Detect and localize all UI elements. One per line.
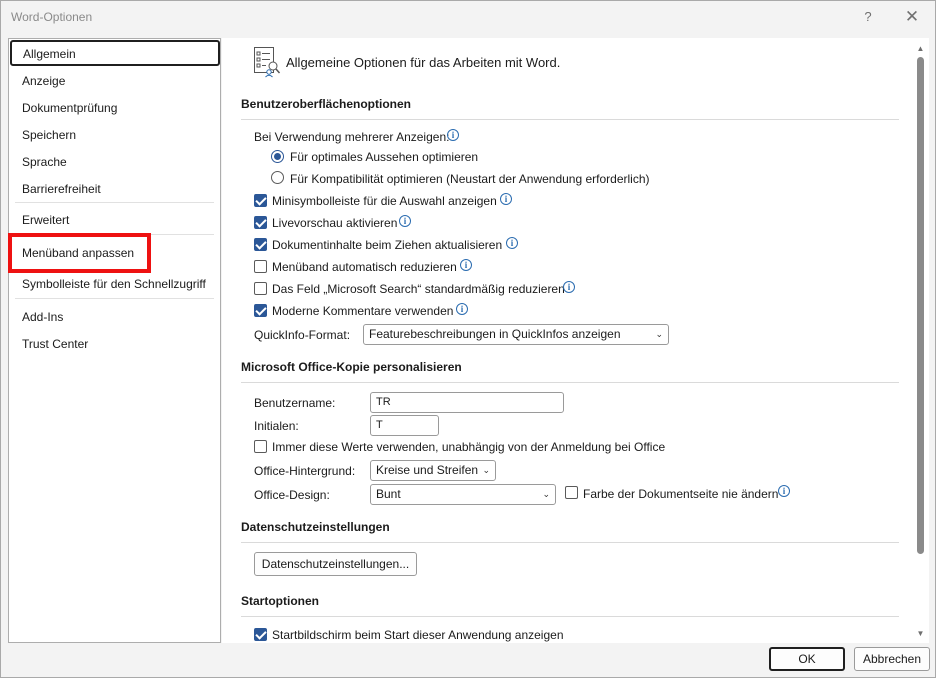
checkbox-collapse-search-label[interactable]: Das Feld „Microsoft Search“ standardmäßi… (272, 282, 565, 296)
checkbox-update-drag[interactable] (254, 238, 267, 251)
checkbox-minitoolbar[interactable] (254, 194, 267, 207)
office-background-select[interactable]: Kreise und Streifen ⌄ (370, 460, 496, 481)
sidebar-item-dokumentpruefung[interactable]: Dokumentprüfung (9, 96, 220, 120)
checkbox-always-use-label[interactable]: Immer diese Werte verwenden, unabhängig … (272, 440, 665, 454)
checkbox-collapse-ribbon-label[interactable]: Menüband automatisch reduzieren (272, 260, 457, 274)
help-button[interactable]: ? (853, 5, 883, 29)
info-icon[interactable]: i (500, 193, 512, 205)
sidebar-item-barrierefreiheit[interactable]: Barrierefreiheit (9, 177, 220, 201)
scroll-down-arrow-icon[interactable]: ▼ (916, 629, 925, 638)
checkbox-collapse-ribbon[interactable] (254, 260, 267, 273)
checkbox-livepreview[interactable] (254, 216, 267, 229)
sidebar-item-speichern[interactable]: Speichern (9, 123, 220, 147)
office-background-label: Office-Hintergrund: (254, 464, 356, 478)
general-options-icon (253, 46, 281, 78)
section-title-ui-options: Benutzeroberflächenoptionen (241, 97, 412, 111)
section-divider (241, 382, 899, 383)
office-theme-select[interactable]: Bunt ⌄ (370, 484, 556, 505)
sidebar-item-anzeige[interactable]: Anzeige (9, 69, 220, 93)
initials-label: Initialen: (254, 419, 299, 433)
initials-input[interactable]: T (370, 415, 439, 436)
chevron-down-icon: ⌄ (482, 465, 490, 475)
radio-compatibility-label[interactable]: Für Kompatibilität optimieren (Neustart … (290, 172, 650, 186)
content-scrollbar[interactable]: ▲ ▼ (912, 38, 929, 643)
section-title-startup: Startoptionen (241, 594, 319, 608)
radio-optimal-appearance[interactable] (271, 150, 284, 163)
checkbox-always-use[interactable] (254, 440, 267, 453)
sidebar-divider (15, 202, 214, 203)
checkbox-update-drag-label[interactable]: Dokumentinhalte beim Ziehen aktualisiere… (272, 238, 502, 252)
radio-compatibility[interactable] (271, 171, 284, 184)
section-title-personalize: Microsoft Office-Kopie personalisieren (241, 360, 462, 374)
screentip-label: QuickInfo-Format: (254, 328, 351, 342)
title-bar: Word-Optionen ? ✕ (1, 1, 935, 33)
office-theme-value: Bunt (376, 487, 401, 501)
checkbox-modern-comments-label[interactable]: Moderne Kommentare verwenden (272, 304, 453, 318)
sidebar-nav: Allgemein Anzeige Dokumentprüfung Speich… (8, 38, 221, 643)
username-label: Benutzername: (254, 396, 336, 410)
window-title: Word-Optionen (11, 10, 93, 24)
section-title-privacy: Datenschutzeinstellungen (241, 520, 390, 534)
privacy-settings-button[interactable]: Datenschutzeinstellungen... (254, 552, 417, 576)
radio-optimal-appearance-label[interactable]: Für optimales Aussehen optimieren (290, 150, 478, 164)
sidebar-item-add-ins[interactable]: Add-Ins (9, 305, 220, 329)
office-theme-label: Office-Design: (254, 488, 330, 502)
office-background-value: Kreise und Streifen (376, 463, 479, 477)
info-icon[interactable]: i (460, 259, 472, 271)
sidebar-item-menueband-anpassen[interactable]: Menüband anpassen (9, 241, 220, 265)
checkbox-minitoolbar-label[interactable]: Minisymbolleiste für die Auswahl anzeige… (272, 194, 497, 208)
chevron-down-icon: ⌄ (542, 489, 550, 499)
cancel-button[interactable]: Abbrechen (854, 647, 930, 671)
scrollbar-thumb[interactable] (917, 57, 924, 554)
sidebar-item-allgemein[interactable]: Allgemein (10, 40, 220, 66)
sidebar-divider (15, 298, 214, 299)
sidebar-item-trust-center[interactable]: Trust Center (9, 332, 220, 356)
section-divider (241, 542, 899, 543)
checkbox-livepreview-label[interactable]: Livevorschau aktivieren (272, 216, 397, 230)
checkbox-start-screen-label[interactable]: Startbildschirm beim Start dieser Anwend… (272, 628, 564, 642)
info-icon[interactable]: i (447, 129, 459, 141)
screentip-select-value: Featurebeschreibungen in QuickInfos anze… (369, 327, 621, 341)
word-options-dialog: Word-Optionen ? ✕ Allgemein Anzeige Doku… (0, 0, 936, 678)
section-divider (241, 616, 899, 617)
username-input[interactable]: TR (370, 392, 564, 413)
sidebar-item-erweitert[interactable]: Erweitert (9, 208, 220, 232)
chevron-down-icon: ⌄ (655, 329, 663, 339)
checkbox-collapse-search[interactable] (254, 282, 267, 295)
checkbox-start-screen[interactable] (254, 628, 267, 641)
sidebar-divider (15, 234, 214, 235)
checkbox-never-change-color-label[interactable]: Farbe der Dokumentseite nie ändern (583, 487, 778, 501)
checkbox-modern-comments[interactable] (254, 304, 267, 317)
info-icon[interactable]: i (456, 303, 468, 315)
sidebar-item-schnellzugriff[interactable]: Symbolleiste für den Schnellzugriff (9, 272, 220, 296)
checkbox-never-change-color[interactable] (565, 486, 578, 499)
page-header: Allgemeine Optionen für das Arbeiten mit… (286, 55, 561, 70)
info-icon[interactable]: i (563, 281, 575, 293)
ok-button[interactable]: OK (769, 647, 845, 671)
scroll-up-arrow-icon[interactable]: ▲ (916, 44, 925, 53)
close-button[interactable]: ✕ (897, 5, 927, 29)
multi-display-label: Bei Verwendung mehrerer Anzeigen: (254, 130, 450, 144)
screentip-select[interactable]: Featurebeschreibungen in QuickInfos anze… (363, 324, 669, 345)
info-icon[interactable]: i (778, 485, 790, 497)
sidebar-item-sprache[interactable]: Sprache (9, 150, 220, 174)
section-divider (241, 119, 899, 120)
info-icon[interactable]: i (506, 237, 518, 249)
info-icon[interactable]: i (399, 215, 411, 227)
options-content-panel: Allgemeine Optionen für das Arbeiten mit… (222, 38, 912, 643)
